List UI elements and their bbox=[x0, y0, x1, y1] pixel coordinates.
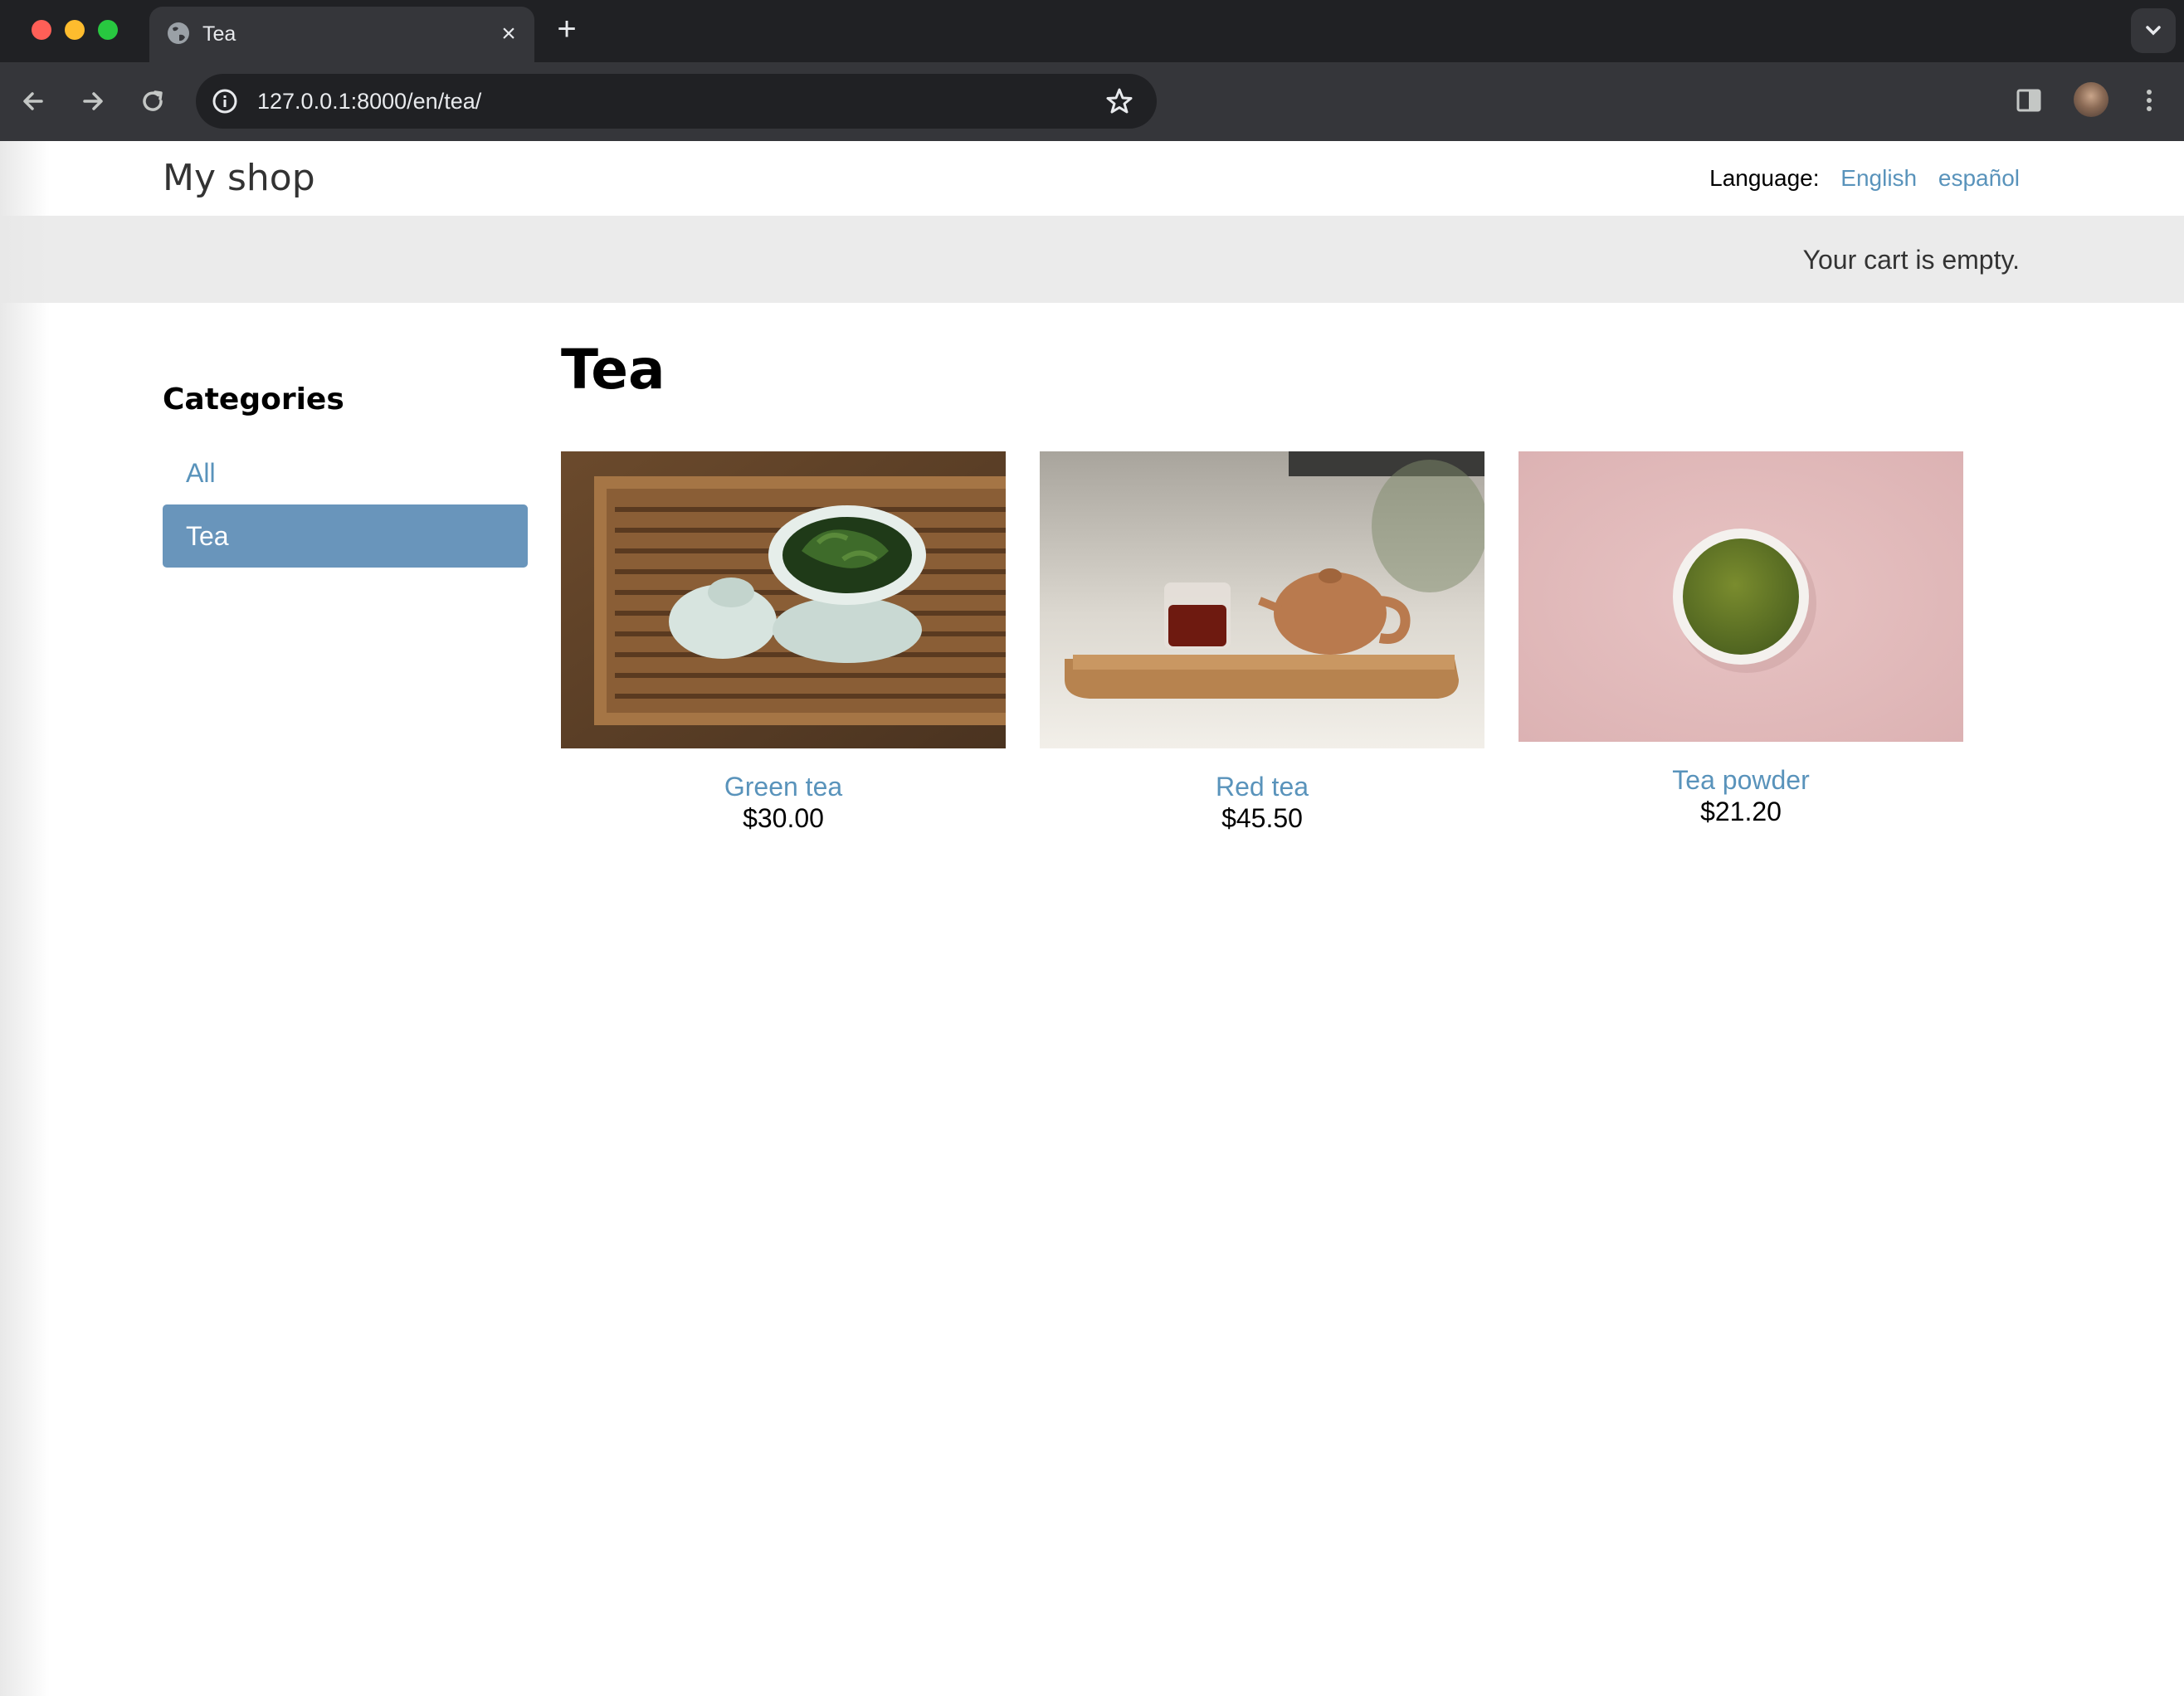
language-selector: Language: English español bbox=[1709, 164, 2020, 193]
product-price: $21.20 bbox=[1700, 797, 1782, 826]
product-image-green-tea[interactable] bbox=[561, 451, 1006, 748]
browser-tab[interactable]: Tea × bbox=[149, 7, 534, 62]
page-edge-shadow bbox=[0, 141, 50, 1696]
categories-sidebar: Categories All Tea bbox=[163, 382, 528, 568]
product-card: Red tea $45.50 bbox=[1040, 451, 1488, 834]
language-label: Language: bbox=[1709, 165, 1820, 191]
product-price: $30.00 bbox=[743, 803, 824, 833]
language-link-espanol[interactable]: español bbox=[1938, 165, 2020, 191]
category-item-tea[interactable]: Tea bbox=[163, 504, 528, 568]
address-bar[interactable]: 127.0.0.1:8000/en/tea/ bbox=[196, 74, 1157, 129]
product-image-tea-powder[interactable] bbox=[1519, 451, 1963, 742]
product-card: Green tea $30.00 bbox=[561, 451, 1006, 834]
maximize-window-button[interactable] bbox=[98, 20, 118, 40]
category-item-all[interactable]: All bbox=[163, 441, 528, 504]
profile-avatar[interactable] bbox=[2074, 82, 2108, 117]
reload-icon[interactable] bbox=[136, 85, 169, 118]
bookmark-star-icon[interactable] bbox=[1104, 85, 1135, 117]
browser-tab-bar: Tea × + bbox=[0, 0, 2184, 62]
close-window-button[interactable] bbox=[32, 20, 51, 40]
cart-status: Your cart is empty. bbox=[1802, 245, 2020, 275]
chevron-down-icon bbox=[2146, 26, 2161, 36]
cart-bar: Your cart is empty. bbox=[0, 216, 2184, 303]
more-vert-icon[interactable] bbox=[2133, 84, 2166, 117]
tab-search-button[interactable] bbox=[2131, 8, 2176, 53]
minimize-window-button[interactable] bbox=[65, 20, 85, 40]
product-image-red-tea[interactable] bbox=[1040, 451, 1488, 748]
site-logo[interactable]: My shop bbox=[163, 158, 315, 199]
product-name-link[interactable]: Tea powder bbox=[1519, 764, 1963, 796]
site-info-icon[interactable] bbox=[211, 87, 239, 115]
close-tab-icon[interactable]: × bbox=[496, 22, 521, 46]
product-card: Tea powder $21.20 bbox=[1519, 451, 1963, 827]
language-link-english[interactable]: English bbox=[1840, 165, 1917, 191]
site-header: My shop Language: English español bbox=[0, 141, 2184, 216]
product-name-link[interactable]: Red tea bbox=[1040, 771, 1484, 802]
product-name-link[interactable]: Green tea bbox=[561, 771, 1006, 802]
page-title: Tea bbox=[561, 338, 665, 402]
forward-arrow-icon[interactable] bbox=[76, 85, 110, 118]
browser-toolbar: 127.0.0.1:8000/en/tea/ bbox=[0, 62, 2184, 142]
tab-title: Tea bbox=[202, 22, 236, 46]
web-page: My shop Language: English español Your c… bbox=[0, 141, 2184, 1696]
globe-icon bbox=[168, 22, 189, 44]
url-text[interactable]: 127.0.0.1:8000/en/tea/ bbox=[257, 87, 481, 115]
new-tab-icon[interactable]: + bbox=[551, 12, 583, 46]
side-panel-icon[interactable] bbox=[2012, 84, 2045, 117]
back-arrow-icon[interactable] bbox=[17, 85, 50, 118]
product-price: $45.50 bbox=[1221, 803, 1303, 833]
categories-title: Categories bbox=[163, 383, 344, 417]
